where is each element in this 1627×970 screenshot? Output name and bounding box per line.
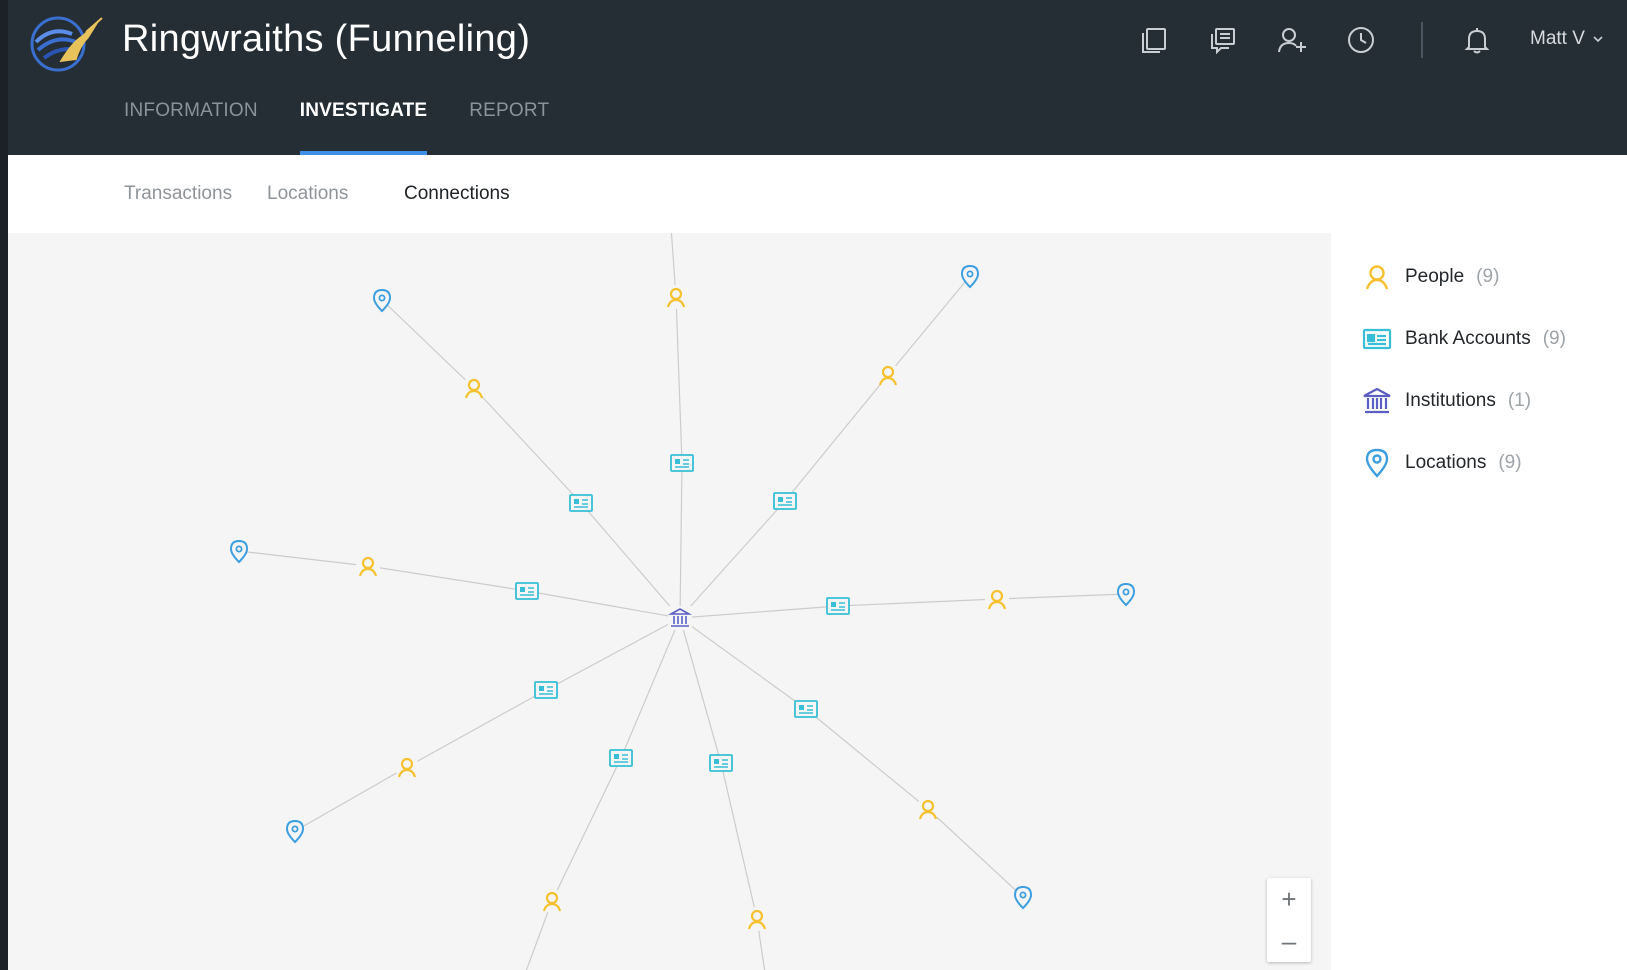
bank-account-node[interactable] [534, 681, 558, 699]
app-title: Ringwraiths (Funneling) [122, 18, 531, 60]
subtab-transactions[interactable]: Transactions [124, 183, 232, 205]
bank-account-node[interactable] [794, 700, 818, 718]
person-node[interactable] [356, 554, 380, 578]
institution-node[interactable] [667, 606, 693, 630]
location-pin-icon [1365, 448, 1389, 478]
person-node[interactable] [540, 889, 564, 913]
user-name: Matt V [1530, 28, 1585, 49]
person-node[interactable] [395, 755, 419, 779]
location-node[interactable] [1013, 885, 1033, 910]
history-icon[interactable] [1343, 22, 1379, 58]
zoom-in-button[interactable]: + [1267, 878, 1311, 920]
chevron-down-icon [1593, 36, 1603, 43]
comments-icon[interactable] [1205, 22, 1241, 58]
legend-item-bank-accounts[interactable]: Bank Accounts (9) [1361, 321, 1566, 357]
location-node[interactable] [285, 819, 305, 844]
location-node[interactable] [372, 288, 392, 313]
legend-panel: People (9) Bank Accounts (9) Institution… [1331, 233, 1627, 970]
graph-edge [679, 500, 786, 619]
bank-account-node[interactable] [826, 597, 850, 615]
person-node[interactable] [876, 363, 900, 387]
subtab-locations[interactable]: Locations [267, 183, 348, 205]
bank-account-node[interactable] [670, 454, 694, 472]
person-node[interactable] [664, 285, 688, 309]
person-node[interactable] [745, 907, 769, 931]
graph-edge [996, 593, 1127, 600]
bank-account-icon [1362, 328, 1392, 350]
graph-edge [406, 689, 547, 768]
institution-icon [1363, 387, 1391, 414]
graph-edge [551, 757, 622, 902]
location-node[interactable] [1116, 582, 1136, 607]
person-node[interactable] [985, 587, 1009, 611]
graph-edge [473, 387, 582, 504]
graph-edge [238, 550, 369, 567]
main-tabs: INFORMATION INVESTIGATE REPORT [124, 100, 591, 155]
graph-edge [887, 275, 971, 376]
graph-edge [620, 617, 681, 759]
app-logo [30, 16, 103, 72]
person-node[interactable] [916, 797, 940, 821]
bank-account-node[interactable] [709, 754, 733, 772]
graph-edge [580, 502, 681, 619]
graph-edge [679, 462, 683, 619]
graph-edge [837, 598, 998, 607]
bell-icon[interactable] [1459, 22, 1495, 58]
bank-account-node[interactable] [609, 749, 633, 767]
app-frame: Ringwraiths (Funneling) Matt V INFORMATI… [8, 0, 1627, 970]
copy-icon[interactable] [1136, 22, 1172, 58]
zoom-out-button[interactable]: – [1267, 920, 1311, 962]
tab-report[interactable]: REPORT [469, 100, 549, 155]
legend-item-institutions[interactable]: Institutions (1) [1361, 383, 1531, 419]
connections-graph[interactable]: + – [8, 233, 1331, 970]
sub-navigation: Transactions Locations Connections [8, 155, 1627, 233]
top-bar: Ringwraiths (Funneling) Matt V INFORMATI… [8, 0, 1627, 155]
graph-edge [294, 766, 408, 832]
graph-edge [381, 299, 475, 389]
bank-account-node[interactable] [569, 494, 593, 512]
location-node[interactable] [229, 539, 249, 564]
graph-edge [805, 708, 929, 810]
person-node[interactable] [462, 376, 486, 400]
graph-edge [675, 296, 683, 464]
graph-edge [679, 617, 807, 710]
user-menu[interactable]: Matt V [1530, 28, 1605, 50]
graph-edge [720, 762, 758, 920]
graph-edge [679, 605, 839, 619]
legend-item-people[interactable]: People (9) [1361, 259, 1499, 295]
person-icon [1365, 265, 1389, 290]
graph-edge [545, 617, 681, 691]
bank-account-node[interactable] [515, 582, 539, 600]
header-divider [1421, 22, 1423, 58]
subtab-connections[interactable]: Connections [404, 183, 510, 205]
location-node[interactable] [960, 264, 980, 289]
zoom-controls: + – [1267, 878, 1311, 962]
tab-information[interactable]: INFORMATION [124, 100, 258, 155]
graph-canvas[interactable] [8, 233, 1331, 970]
legend-item-locations[interactable]: Locations (9) [1361, 445, 1522, 481]
add-user-icon[interactable] [1274, 22, 1310, 58]
bank-account-node[interactable] [773, 492, 797, 510]
graph-edge [784, 374, 889, 502]
graph-edge [367, 565, 528, 592]
tab-investigate[interactable]: INVESTIGATE [299, 100, 428, 155]
graph-edge [679, 617, 722, 764]
graph-edge [927, 808, 1024, 898]
graph-edge [526, 590, 681, 619]
